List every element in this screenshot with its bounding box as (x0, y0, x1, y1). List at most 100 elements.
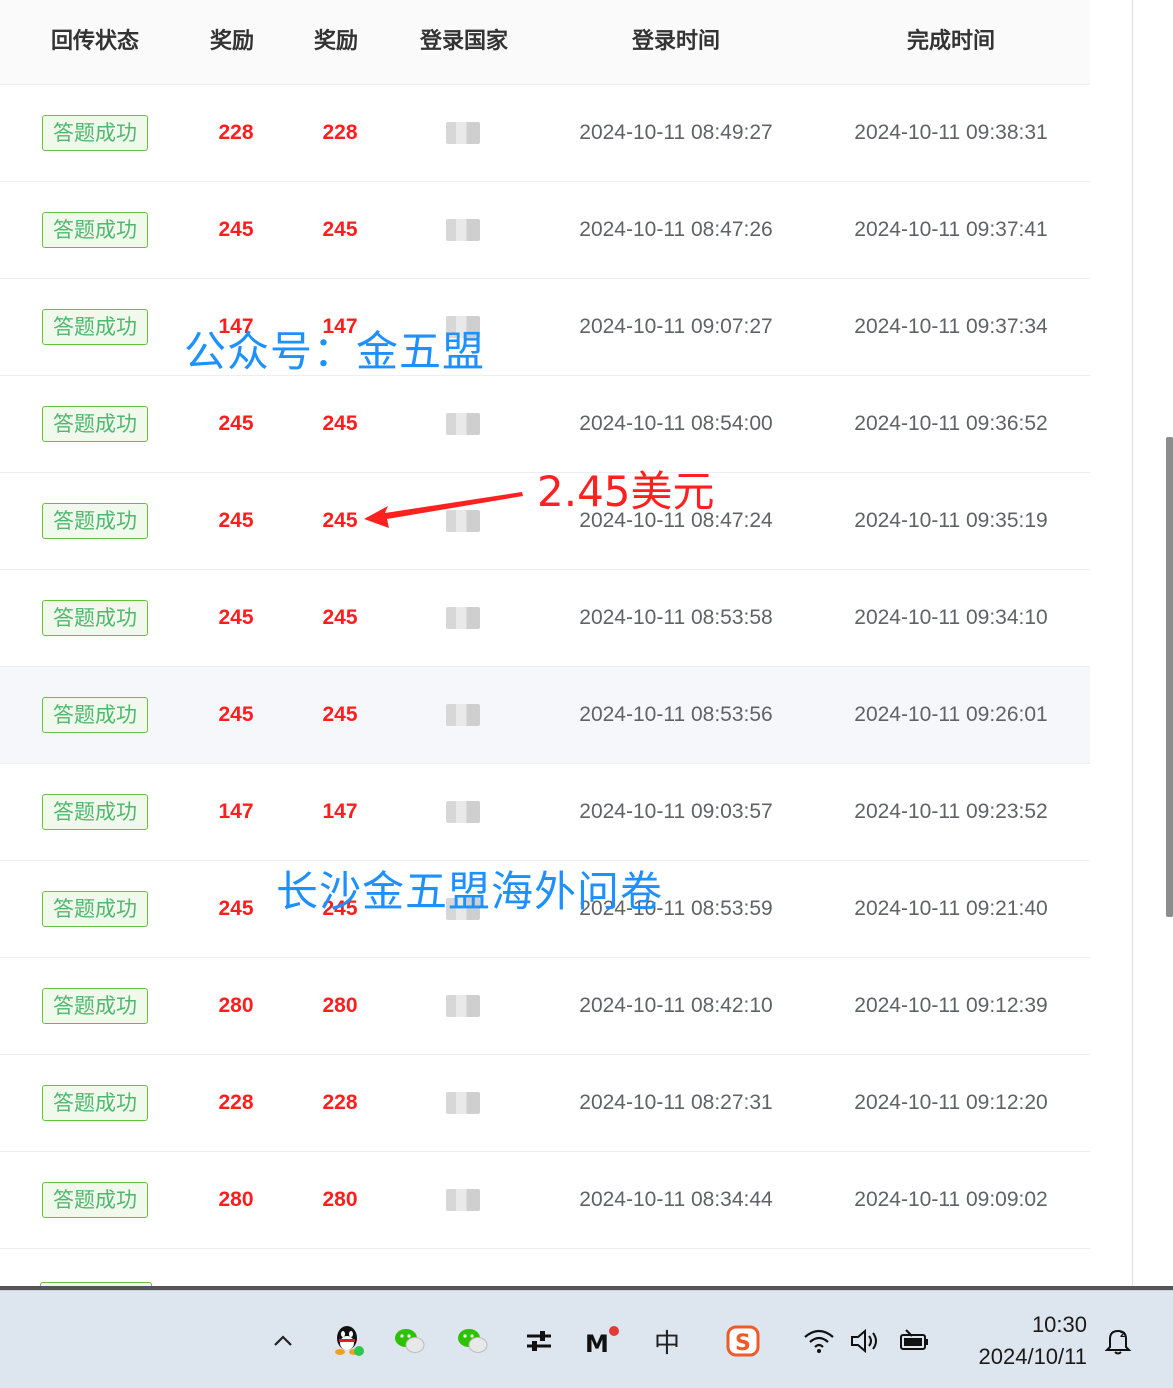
status-tag: 答题成功 (42, 1182, 148, 1218)
country-cell (410, 182, 515, 278)
status-cell: 答题成功 (0, 85, 190, 181)
table-row[interactable]: 答题成功 245 245 2024-10-11 08:53:56 2024-10-11 … (0, 667, 1090, 764)
redacted-country (445, 995, 480, 1017)
finish-time: 2024-10-11 09:12:39 (854, 994, 1048, 1017)
reward-value: 147 (218, 800, 254, 823)
country-cell (410, 1152, 515, 1248)
ime-icon[interactable]: 中 (647, 1321, 687, 1361)
svg-text:z: z (1120, 1330, 1125, 1340)
windows-taskbar: M 中 S 10:30 2024/10/11 z (0, 1290, 1173, 1388)
m-app-icon[interactable]: M (582, 1321, 622, 1361)
chevron-up-icon[interactable] (263, 1321, 303, 1361)
wechat-icon[interactable] (453, 1321, 493, 1361)
status-tag: 答题成功 (42, 794, 148, 830)
login-time: 2024-10-11 08:34:44 (579, 1188, 773, 1211)
login-time: 2024-10-11 09:03:57 (579, 800, 773, 823)
table-header: 回传状态 奖励 奖励 登录国家 登录时间 完成时间 (0, 0, 1090, 85)
login-time: 2024-10-11 08:27:31 (579, 1091, 773, 1114)
status-cell: 答题成功 (0, 182, 190, 278)
reward-cell: 245 (290, 570, 390, 666)
finish-time: 2024-10-11 09:26:01 (854, 703, 1048, 726)
table-row[interactable]: 答题成功 228 228 2024-10-11 08:49:27 2024-10-11 … (0, 85, 1090, 182)
notification-icon[interactable]: z (1098, 1321, 1138, 1361)
table-row[interactable]: 答题成功 228 228 2024-10-11 08:27:31 2024-10-11 … (0, 1055, 1090, 1152)
watermark-brand: 长沙金五盟海外问卷 (276, 867, 664, 916)
qq-icon[interactable] (328, 1321, 368, 1361)
reward-value: 147 (322, 800, 358, 823)
finish-time-cell: 2024-10-11 09:12:20 (815, 1055, 1087, 1151)
country-cell (410, 570, 515, 666)
reward-value: 245 (322, 509, 358, 532)
status-cell: 答题成功 (0, 764, 190, 860)
reward-cell: 280 (186, 958, 286, 1054)
settings-sliders-icon[interactable] (519, 1321, 559, 1361)
table-row[interactable]: 答题成功 280 280 2024-10-11 08:42:10 2024-10-11 … (0, 958, 1090, 1055)
watermark-wechat-account: 公众号：金五盟 (184, 327, 486, 376)
login-time-cell: 2024-10-11 08:53:56 (540, 667, 812, 763)
login-time-cell: 2024-10-11 09:03:57 (540, 764, 812, 860)
redacted-country (445, 607, 480, 629)
status-cell: 答题成功 (0, 667, 190, 763)
login-time: 2024-10-11 08:42:10 (579, 994, 773, 1017)
table-row[interactable]: 答题成功 147 147 2024-10-11 09:07:27 2024-10-11 … (0, 279, 1090, 376)
system-clock[interactable]: 10:30 2024/10/11 (979, 1309, 1087, 1373)
country-cell (410, 85, 515, 181)
table-row[interactable]: 答题成功 245 245 2024-10-11 08:47:26 2024-10-11 … (0, 182, 1090, 279)
reward-cell: 280 (290, 958, 390, 1054)
status-cell: 答题成功 (0, 473, 190, 569)
status-tag: 答题成功 (42, 891, 148, 927)
login-time-cell: 2024-10-11 08:49:27 (540, 85, 812, 181)
finish-time-cell: 2024-10-11 09:37:41 (815, 182, 1087, 278)
reward-value: 245 (218, 897, 254, 920)
finish-time-cell: 2024-10-11 09:21:40 (815, 861, 1087, 957)
finish-time-cell: 2024-10-11 09:35:19 (815, 473, 1087, 569)
status-tag: 答题成功 (42, 309, 148, 345)
login-time-cell: 2024-10-11 08:34:44 (540, 1152, 812, 1248)
status-cell: 答题成功 (0, 861, 190, 957)
header-status[interactable]: 回传状态 (0, 0, 190, 84)
header-login-time[interactable]: 登录时间 (540, 0, 812, 84)
reward-value: 245 (322, 218, 358, 241)
reward-value: 245 (322, 703, 358, 726)
sogou-icon[interactable]: S (723, 1321, 763, 1361)
country-cell (410, 1055, 515, 1151)
finish-time: 2024-10-11 09:37:34 (854, 315, 1048, 338)
header-reward-2[interactable]: 奖励 (290, 0, 382, 84)
battery-icon[interactable] (895, 1321, 935, 1361)
status-tag: 答题成功 (42, 697, 148, 733)
wechat-icon[interactable] (390, 1321, 430, 1361)
reward-cell: 245 (186, 861, 286, 957)
clock-date: 2024/10/11 (978, 1344, 1087, 1369)
reward-cell: 228 (290, 85, 390, 181)
finish-time: 2024-10-11 09:12:20 (854, 1091, 1048, 1114)
volume-icon[interactable] (846, 1321, 886, 1361)
finish-time: 2024-10-11 09:38:31 (854, 121, 1048, 144)
reward-cell: 245 (290, 182, 390, 278)
reward-value: 228 (322, 121, 358, 144)
reward-value: 245 (218, 509, 254, 532)
table-row[interactable]: 答题成功 245 245 2024-10-11 08:53:58 2024-10-11 … (0, 570, 1090, 667)
table-row[interactable]: 答题成功 147 147 2024-10-11 09:03:57 2024-10-11 … (0, 764, 1090, 861)
header-reward-1[interactable]: 奖励 (186, 0, 278, 84)
finish-time-cell: 2024-10-11 09:37:34 (815, 279, 1087, 375)
table-row[interactable]: 答题成功 280 280 2024-10-11 08:34:44 2024-10-11 … (0, 1152, 1090, 1249)
country-cell (410, 667, 515, 763)
reward-value: 245 (218, 412, 254, 435)
login-time: 2024-10-11 08:54:00 (579, 412, 773, 435)
page-margin (1090, 0, 1132, 1290)
status-tag: 答题成功 (42, 115, 148, 151)
finish-time-cell: 2024-10-11 09:38:31 (815, 85, 1087, 181)
login-time-cell: 2024-10-11 08:47:26 (540, 182, 812, 278)
reward-cell: 245 (186, 667, 286, 763)
header-finish-time[interactable]: 完成时间 (815, 0, 1087, 84)
reward-value: 245 (218, 606, 254, 629)
header-login-country[interactable]: 登录国家 (410, 0, 518, 84)
reward-cell: 245 (186, 570, 286, 666)
reward-cell: 245 (186, 376, 286, 472)
finish-time: 2024-10-11 09:34:10 (854, 606, 1048, 629)
reward-cell: 280 (290, 1152, 390, 1248)
scrollbar-thumb[interactable] (1166, 437, 1173, 917)
reward-value: 245 (218, 703, 254, 726)
reward-value: 245 (322, 412, 358, 435)
wifi-icon[interactable] (799, 1321, 839, 1361)
